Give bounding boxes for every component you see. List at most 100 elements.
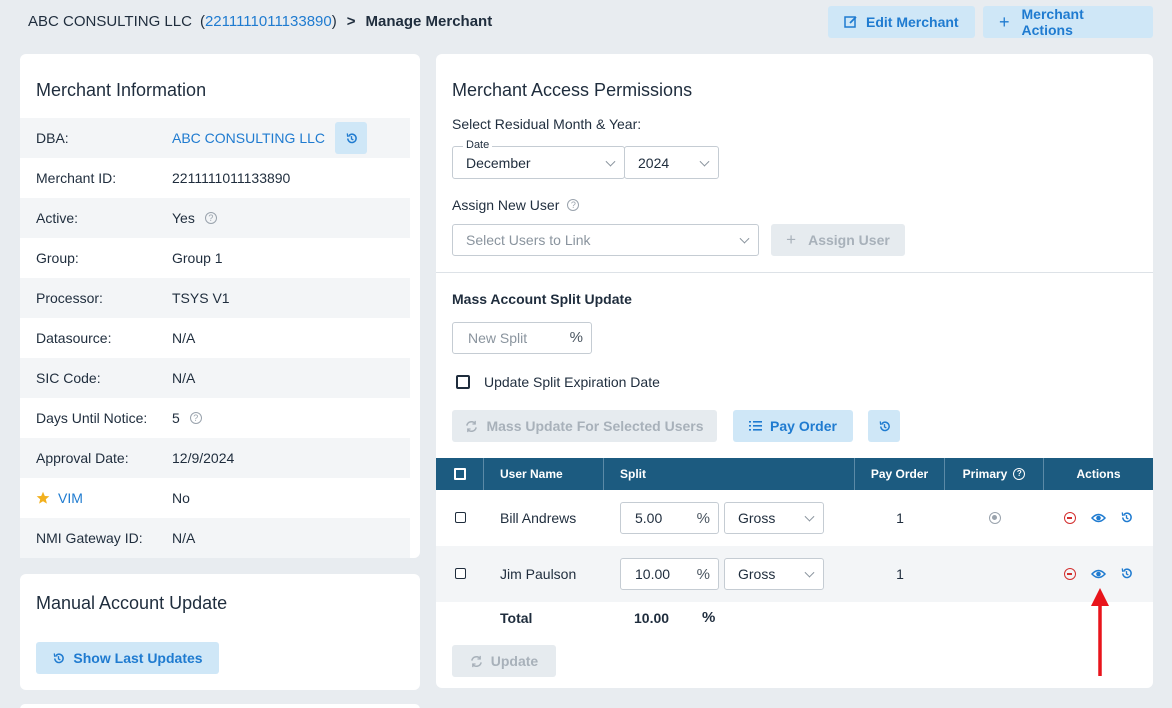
- dba-value[interactable]: ABC CONSULTING LLC: [172, 130, 325, 146]
- view-icon[interactable]: [1091, 568, 1106, 580]
- user-name: Bill Andrews: [500, 510, 577, 526]
- days-until-notice-label: Days Until Notice:: [36, 410, 148, 426]
- header-split[interactable]: Split: [604, 458, 855, 490]
- header-actions: Actions: [1076, 467, 1121, 481]
- select-users-dropdown[interactable]: Select Users to Link: [452, 224, 759, 256]
- vim-value: No: [172, 490, 190, 506]
- view-icon[interactable]: [1091, 512, 1106, 524]
- info-row-datasource: Datasource: N/A: [20, 318, 410, 358]
- split-input[interactable]: 10.00 %: [620, 558, 719, 590]
- help-icon[interactable]: ?: [204, 212, 217, 224]
- star-icon: [36, 491, 50, 504]
- breadcrumb-merchant-id-link[interactable]: 2211111011133890: [205, 13, 332, 30]
- sic-code-value: N/A: [172, 370, 196, 386]
- update-button[interactable]: Update: [452, 645, 556, 677]
- permissions-title: Merchant Access Permissions: [452, 80, 693, 100]
- edit-merchant-button[interactable]: Edit Merchant: [828, 6, 975, 38]
- divider: [436, 272, 1153, 273]
- mass-split-title: Mass Account Split Update: [452, 291, 632, 307]
- remove-icon[interactable]: [1064, 568, 1076, 580]
- basis-select[interactable]: Gross: [724, 502, 824, 534]
- total-value: 10.00: [634, 610, 670, 626]
- merchant-id-value: 2211111011133890: [172, 170, 291, 186]
- dba-value-wrap: ABC CONSULTING LLC: [172, 122, 367, 154]
- mass-update-label: Mass Update For Selected Users: [486, 418, 704, 434]
- info-row-days-until-notice: Days Until Notice: 5 ?: [20, 398, 410, 438]
- approval-date-label: Approval Date:: [36, 450, 129, 466]
- dba-history-button[interactable]: [335, 122, 367, 154]
- nmi-gateway-value: N/A: [172, 530, 196, 546]
- datasource-label: Datasource:: [36, 330, 112, 346]
- help-icon[interactable]: ?: [567, 199, 580, 211]
- pay-order-value: 1: [896, 566, 904, 582]
- row-checkbox[interactable]: [455, 568, 466, 579]
- month-value: December: [466, 154, 531, 171]
- help-icon[interactable]: ?: [189, 412, 202, 424]
- remove-icon[interactable]: [1064, 512, 1076, 524]
- breadcrumb: ABC CONSULTING LLC ( 2211111011133890 ) …: [28, 13, 492, 30]
- vim-label-wrap: VIM: [36, 490, 83, 506]
- expiration-label: Update Split Expiration Date: [484, 374, 660, 390]
- pay-order-button[interactable]: Pay Order: [733, 410, 853, 442]
- assign-user-button[interactable]: + Assign User: [771, 224, 905, 256]
- row-checkbox[interactable]: [455, 512, 466, 523]
- show-last-updates-label: Show Last Updates: [73, 650, 203, 666]
- merchant-info-title: Merchant Information: [36, 80, 207, 100]
- merchant-actions-button[interactable]: + Merchant Actions: [983, 6, 1153, 38]
- chevron-down-icon: [605, 156, 616, 167]
- history-icon[interactable]: [1120, 511, 1133, 524]
- edit-merchant-label: Edit Merchant: [866, 14, 959, 30]
- info-row-group: Group: Group 1: [20, 238, 410, 278]
- month-select[interactable]: Date December: [452, 139, 625, 179]
- year-value: 2024: [638, 154, 670, 171]
- year-select[interactable]: 2024: [624, 146, 719, 179]
- dba-label: DBA:: [36, 130, 69, 146]
- show-last-updates-button[interactable]: Show Last Updates: [36, 642, 219, 674]
- info-row-nmi-gateway: NMI Gateway ID: N/A: [20, 518, 410, 558]
- header-user-name[interactable]: User Name: [484, 458, 604, 490]
- mass-update-button[interactable]: Mass Update For Selected Users: [452, 410, 717, 442]
- residual-label: Select Residual Month & Year:: [452, 116, 642, 132]
- processor-label: Processor:: [36, 290, 103, 306]
- table-row: Bill Andrews 5.00 % Gross 1: [436, 490, 1153, 546]
- merchant-info-card: Merchant Information DBA: ABC CONSULTING…: [20, 54, 420, 558]
- header-pay-order[interactable]: Pay Order: [855, 458, 945, 490]
- basis-value: Gross: [738, 566, 776, 582]
- breadcrumb-separator: >: [346, 13, 356, 30]
- users-table-header: User Name Split Pay Order Primary ? Acti…: [436, 458, 1153, 490]
- history-icon[interactable]: [1120, 567, 1133, 580]
- info-row-approval-date: Approval Date: 12/9/2024: [20, 438, 410, 478]
- info-row-processor: Processor: TSYS V1: [20, 278, 410, 318]
- basis-select[interactable]: Gross: [724, 558, 824, 590]
- days-until-notice-value: 5: [172, 410, 180, 426]
- info-row-active: Active: Yes ?: [20, 198, 410, 238]
- chevron-down-icon: [739, 233, 750, 244]
- help-icon[interactable]: ?: [1013, 468, 1026, 480]
- datasource-value: N/A: [172, 330, 196, 346]
- info-row-merchant-id: Merchant ID: 2211111011133890: [20, 158, 410, 198]
- update-label: Update: [490, 653, 539, 669]
- total-percent: %: [702, 609, 716, 626]
- split-history-button[interactable]: [868, 410, 900, 442]
- active-value: Yes: [172, 210, 195, 226]
- edit-icon: [844, 16, 857, 28]
- header-primary[interactable]: Primary: [963, 467, 1008, 481]
- select-all-checkbox[interactable]: [453, 468, 466, 480]
- split-value: 5.00: [635, 510, 663, 526]
- annotation-arrow-icon: [1091, 588, 1109, 676]
- top-bar: ABC CONSULTING LLC ( 2211111011133890 ) …: [0, 0, 1172, 44]
- active-label: Active:: [36, 210, 79, 226]
- pay-order-label: Pay Order: [770, 418, 837, 434]
- manual-update-title: Manual Account Update: [36, 593, 228, 613]
- assign-label-wrap: Assign New User ?: [452, 197, 580, 213]
- primary-radio[interactable]: [989, 512, 1001, 524]
- expiration-checkbox[interactable]: [456, 375, 470, 389]
- split-value: 10.00: [635, 566, 671, 582]
- list-icon: [749, 421, 763, 431]
- pay-order-value: 1: [896, 510, 904, 526]
- header-primary-wrap: Primary ?: [945, 458, 1044, 490]
- info-row-sic-code: SIC Code: N/A: [20, 358, 410, 398]
- split-input[interactable]: 5.00 %: [620, 502, 719, 534]
- new-split-input[interactable]: New Split %: [452, 322, 592, 354]
- vim-link[interactable]: VIM: [58, 490, 83, 506]
